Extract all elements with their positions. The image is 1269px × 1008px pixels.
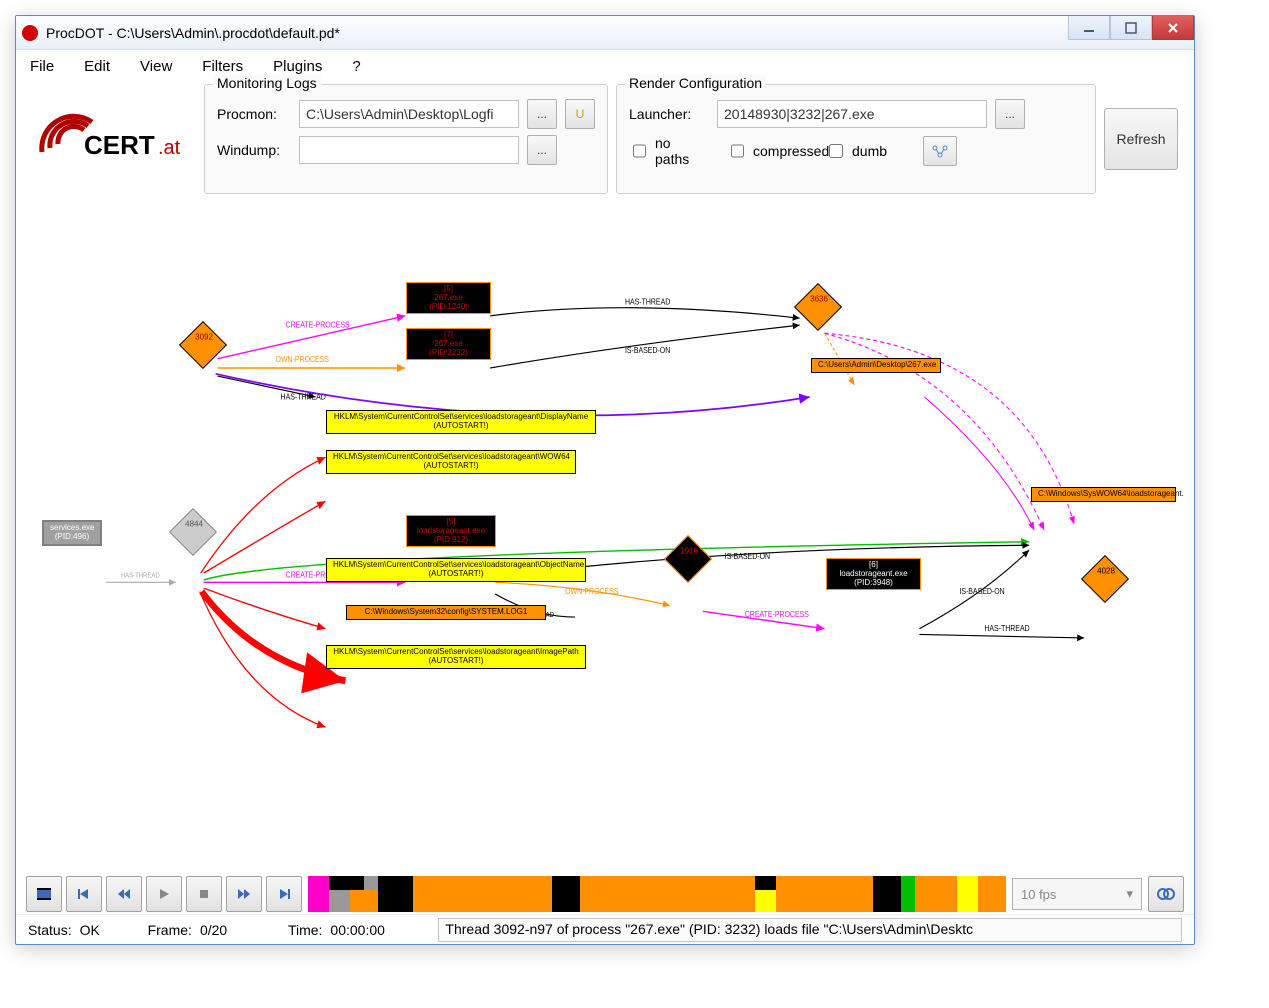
menu-edit[interactable]: Edit	[84, 58, 110, 75]
monitoring-title: Monitoring Logs	[213, 75, 321, 91]
svg-text:IS-BASED-ON: IS-BASED-ON	[625, 345, 670, 355]
compressed-checkbox[interactable]: compressed	[727, 141, 801, 161]
maximize-button[interactable]	[1110, 16, 1152, 40]
status-value: OK	[80, 922, 140, 938]
menu-help[interactable]: ?	[352, 58, 360, 75]
top-panels: CERT .at Monitoring Logs Procmon: ... U …	[16, 82, 1194, 198]
windump-browse-button[interactable]: ...	[527, 135, 557, 165]
titlebar[interactable]: ProcDOT - C:\Users\Admin\.procdot\defaul…	[16, 16, 1194, 50]
chevron-down-icon: ▾	[1126, 886, 1133, 902]
frame-value: 0/20	[200, 922, 280, 938]
loop-button[interactable]	[1148, 876, 1184, 912]
node-d4028[interactable]: 4028	[1081, 555, 1129, 603]
time-label: Time:	[288, 922, 322, 938]
procmon-utility-button[interactable]: U	[565, 99, 595, 129]
svg-text:.at: .at	[158, 137, 181, 159]
status-label: Status:	[28, 922, 72, 938]
time-value: 00:00:00	[330, 922, 430, 938]
app-icon	[22, 25, 38, 41]
svg-text:IS-BASED-ON: IS-BASED-ON	[959, 586, 1004, 596]
node-loadstorage2[interactable]: [6] loadstorageant.exe (PID:3948)	[826, 558, 921, 590]
step-fwd-button[interactable]	[226, 876, 262, 912]
svg-text:CERT: CERT	[84, 130, 155, 160]
logo: CERT .at	[26, 84, 196, 194]
node-reg3[interactable]: HKLM\System\CurrentControlSet\services\l…	[326, 558, 586, 582]
statusbar: Status: OK Frame: 0/20 Time: 00:00:00 Th…	[16, 914, 1194, 944]
no-paths-checkbox[interactable]: no paths	[629, 135, 703, 167]
node-file3[interactable]: C:\Windows\System32\config\SYSTEM.LOG1	[346, 605, 546, 620]
launcher-label: Launcher:	[629, 106, 709, 122]
dumb-checkbox[interactable]: dumb	[825, 141, 899, 161]
node-reg4[interactable]: HKLM\System\CurrentControlSet\services\l…	[326, 645, 586, 669]
svg-text:HAS-THREAD: HAS-THREAD	[625, 297, 671, 307]
node-reg1[interactable]: HKLM\System\CurrentControlSet\services\l…	[326, 410, 596, 434]
node-loadstorage[interactable]: [5] loadstorageant.exe (PID:912)	[406, 515, 496, 547]
node-d1916[interactable]: 1916	[664, 535, 712, 583]
stop-button[interactable]	[186, 876, 222, 912]
menu-plugins[interactable]: Plugins	[273, 58, 322, 75]
procmon-browse-button[interactable]: ...	[527, 99, 557, 129]
node-file1[interactable]: C:\Users\Admin\Desktop\267.exe	[811, 358, 941, 373]
refresh-button[interactable]: Refresh	[1104, 108, 1178, 170]
app-window: ProcDOT - C:\Users\Admin\.procdot\defaul…	[15, 15, 1195, 945]
monitoring-logs-group: Monitoring Logs Procmon: ... U Windump: …	[204, 84, 608, 194]
timeline-scrubber[interactable]	[308, 876, 1006, 912]
procmon-label: Procmon:	[217, 106, 291, 122]
skip-end-button[interactable]	[266, 876, 302, 912]
node-d3092[interactable]: 3092	[179, 321, 227, 369]
node-reg2[interactable]: HKLM\System\CurrentControlSet\services\l…	[326, 450, 576, 474]
minimize-button[interactable]	[1068, 16, 1110, 40]
svg-text:IS-BASED-ON: IS-BASED-ON	[725, 552, 770, 562]
render-title: Render Configuration	[625, 75, 766, 91]
node-d4844[interactable]: 4844	[169, 508, 217, 556]
menu-filters[interactable]: Filters	[202, 58, 243, 75]
node-services[interactable]: services.exe (PID:496)	[42, 520, 102, 546]
node-d3636[interactable]: 3636	[794, 283, 842, 331]
svg-text:OWN-PROCESS: OWN-PROCESS	[276, 355, 329, 365]
procmon-input[interactable]	[299, 100, 519, 128]
windump-label: Windump:	[217, 142, 291, 158]
close-button[interactable]	[1152, 16, 1194, 40]
launcher-input[interactable]	[717, 100, 987, 128]
node-file2[interactable]: C:\Windows\SysWOW64\loadstorageant.exe	[1031, 487, 1176, 502]
svg-text:HAS-THREAD: HAS-THREAD	[984, 624, 1030, 634]
menu-view[interactable]: View	[140, 58, 172, 75]
launcher-browse-button[interactable]: ...	[995, 99, 1025, 129]
step-back-button[interactable]	[106, 876, 142, 912]
frame-label: Frame:	[148, 922, 192, 938]
render-config-group: Render Configuration Launcher: ... no pa…	[616, 84, 1096, 194]
node-267-2[interactable]: [7] 267.exe (PID:3232)	[406, 328, 491, 360]
svg-text:CREATE-PROCESS: CREATE-PROCESS	[745, 610, 809, 620]
status-detail: Thread 3092-n97 of process "267.exe" (PI…	[438, 918, 1182, 942]
window-title: ProcDOT - C:\Users\Admin\.procdot\defaul…	[46, 25, 340, 41]
svg-text:OWN-PROCESS: OWN-PROCESS	[565, 586, 618, 596]
graph-options-button[interactable]	[923, 136, 957, 166]
node-267-1[interactable]: [5] 267.exe (PID:1240)	[406, 282, 491, 314]
fps-select[interactable]: 10 fps ▾	[1012, 878, 1142, 910]
windump-input[interactable]	[299, 136, 519, 164]
movie-button[interactable]	[26, 876, 62, 912]
menu-file[interactable]: File	[30, 58, 54, 75]
svg-text:CREATE-PROCESS: CREATE-PROCESS	[286, 320, 350, 330]
play-button[interactable]	[146, 876, 182, 912]
svg-text:HAS-THREAD: HAS-THREAD	[121, 572, 160, 579]
graph-canvas[interactable]: CREATE-PROCESS OWN-PROCESS HAS-THREAD HA…	[26, 200, 1184, 872]
menubar: File Edit View Filters Plugins ?	[16, 50, 1194, 82]
svg-text:HAS-THREAD: HAS-THREAD	[281, 392, 327, 402]
timeline-area: 10 fps ▾	[16, 874, 1194, 914]
skip-start-button[interactable]	[66, 876, 102, 912]
